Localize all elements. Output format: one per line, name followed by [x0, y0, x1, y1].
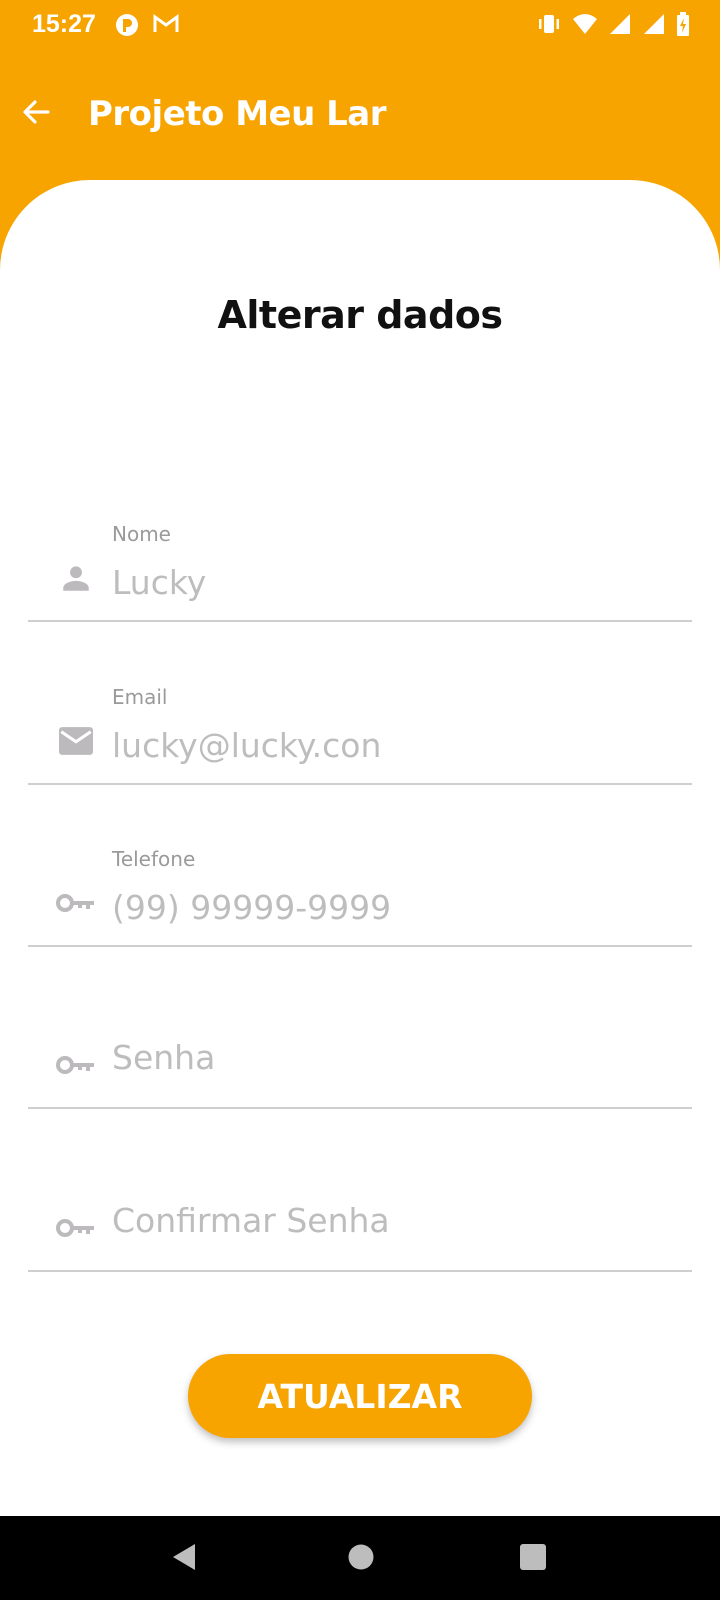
confirm-password-field-placeholder: Confirmar Senha	[112, 1201, 390, 1240]
app-title: Projeto Meu Lar	[88, 94, 387, 134]
key-icon	[56, 883, 96, 923]
status-right-icons	[536, 12, 690, 36]
app-notification-icon	[114, 12, 140, 38]
wifi-icon	[572, 13, 598, 35]
status-left-icons	[114, 12, 180, 38]
phone-field-label: Telefone	[112, 847, 196, 871]
password-field-placeholder: Senha	[112, 1038, 216, 1077]
phone-field-value: (99) 99999-9999	[112, 888, 392, 927]
name-field-value: Lucky	[112, 563, 207, 602]
email-field-value: lucky@lucky.con	[112, 726, 382, 765]
status-time: 15:27	[32, 10, 96, 38]
back-button[interactable]	[16, 94, 56, 134]
update-button-label: ATUALIZAR	[257, 1376, 463, 1416]
nav-recents-icon[interactable]	[519, 1542, 547, 1577]
signal-icon	[642, 13, 666, 35]
email-field-label: Email	[112, 685, 168, 709]
form-card: Alterar dados Nome Lucky Email lucky@luc…	[0, 180, 720, 1516]
nav-back-icon[interactable]	[170, 1542, 198, 1577]
vibrate-icon	[536, 12, 562, 36]
app-bar: Projeto Meu Lar	[0, 76, 720, 156]
mail-icon	[56, 721, 96, 761]
name-field-label: Nome	[112, 522, 171, 546]
password-field[interactable]: Senha	[28, 1007, 692, 1109]
key-icon	[56, 1208, 96, 1248]
confirm-password-field[interactable]: Confirmar Senha	[28, 1170, 692, 1272]
key-icon	[56, 1045, 96, 1085]
gmail-icon	[152, 12, 180, 38]
signal-icon	[608, 13, 632, 35]
person-icon	[56, 558, 96, 598]
email-field[interactable]: Email lucky@lucky.con	[28, 683, 692, 785]
update-button[interactable]: ATUALIZAR	[188, 1354, 532, 1438]
status-bar: 15:27	[0, 0, 720, 50]
phone-field[interactable]: Telefone (99) 99999-9999	[28, 845, 692, 947]
page-title: Alterar dados	[217, 293, 504, 337]
name-field[interactable]: Nome Lucky	[28, 520, 692, 622]
system-nav-bar	[0, 1516, 720, 1600]
arrow-back-icon	[21, 97, 51, 132]
battery-charging-icon	[676, 12, 690, 36]
nav-home-icon[interactable]	[347, 1542, 375, 1577]
